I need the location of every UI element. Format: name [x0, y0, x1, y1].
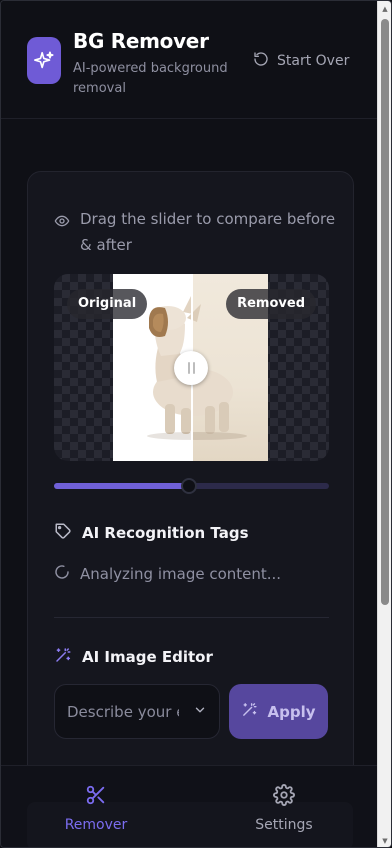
- app-content: BG Remover AI-powered background removal…: [1, 1, 379, 847]
- chevron-down-icon: [193, 703, 207, 721]
- nav-settings-label: Settings: [255, 817, 313, 833]
- grip-line-left: [187, 362, 190, 374]
- scrollbar-thumb[interactable]: [381, 19, 389, 605]
- image-editor-title: AI Image Editor: [82, 648, 213, 666]
- scissors-icon: [85, 784, 107, 810]
- magic-wand-icon: [54, 646, 72, 668]
- editor-card: Drag the slider to compare before & afte…: [27, 171, 354, 791]
- loading-spinner-icon: [54, 564, 70, 584]
- nav-item-remover[interactable]: Remover: [51, 784, 141, 833]
- bottom-navigation: Remover Settings: [1, 765, 379, 847]
- image-editor-header: AI Image Editor: [54, 646, 213, 668]
- compare-hint-text: Drag the slider to compare before & afte…: [80, 210, 336, 254]
- edit-prompt-placeholder: Describe your e: [67, 702, 179, 721]
- app-subtitle: AI-powered background removal: [73, 61, 228, 96]
- slider-thumb[interactable]: [181, 478, 197, 494]
- recognition-tags-title: AI Recognition Tags: [82, 524, 249, 542]
- removed-label-badge: Removed: [226, 289, 316, 319]
- tag-icon: [54, 522, 72, 544]
- sparkles-logo-icon: [27, 37, 61, 84]
- vertical-scrollbar[interactable]: ▲ ▼: [377, 1, 391, 847]
- grip-line-right: [192, 362, 195, 374]
- nav-item-settings[interactable]: Settings: [239, 784, 329, 833]
- compare-hint: Drag the slider to compare before & afte…: [54, 206, 336, 258]
- eye-icon: [54, 211, 70, 258]
- edit-prompt-dropdown[interactable]: Describe your e: [54, 684, 220, 739]
- app-window: BG Remover AI-powered background removal…: [0, 0, 392, 848]
- original-label-badge: Original: [67, 289, 148, 319]
- nav-remover-label: Remover: [64, 817, 128, 833]
- compare-drag-handle[interactable]: [174, 351, 208, 385]
- gear-icon: [273, 784, 295, 810]
- scroll-up-arrow-icon[interactable]: ▲: [380, 4, 390, 14]
- before-after-compare[interactable]: Original Removed: [54, 274, 329, 461]
- scroll-down-arrow-icon[interactable]: ▼: [380, 836, 390, 846]
- compare-slider[interactable]: [54, 478, 329, 494]
- app-header: BG Remover AI-powered background removal…: [1, 1, 379, 119]
- rotate-ccw-icon: [253, 51, 269, 71]
- start-over-label: Start Over: [277, 53, 350, 69]
- apply-button[interactable]: Apply: [229, 684, 328, 739]
- slider-fill: [54, 483, 189, 489]
- section-divider: [54, 617, 329, 618]
- analyzing-text: Analyzing image content...: [80, 565, 282, 583]
- app-title: BG Remover: [73, 29, 209, 53]
- start-over-button[interactable]: Start Over: [253, 51, 349, 71]
- analyzing-status: Analyzing image content...: [54, 564, 281, 584]
- recognition-tags-header: AI Recognition Tags: [54, 522, 249, 544]
- magic-wand-icon: [241, 701, 258, 722]
- apply-label: Apply: [267, 702, 316, 721]
